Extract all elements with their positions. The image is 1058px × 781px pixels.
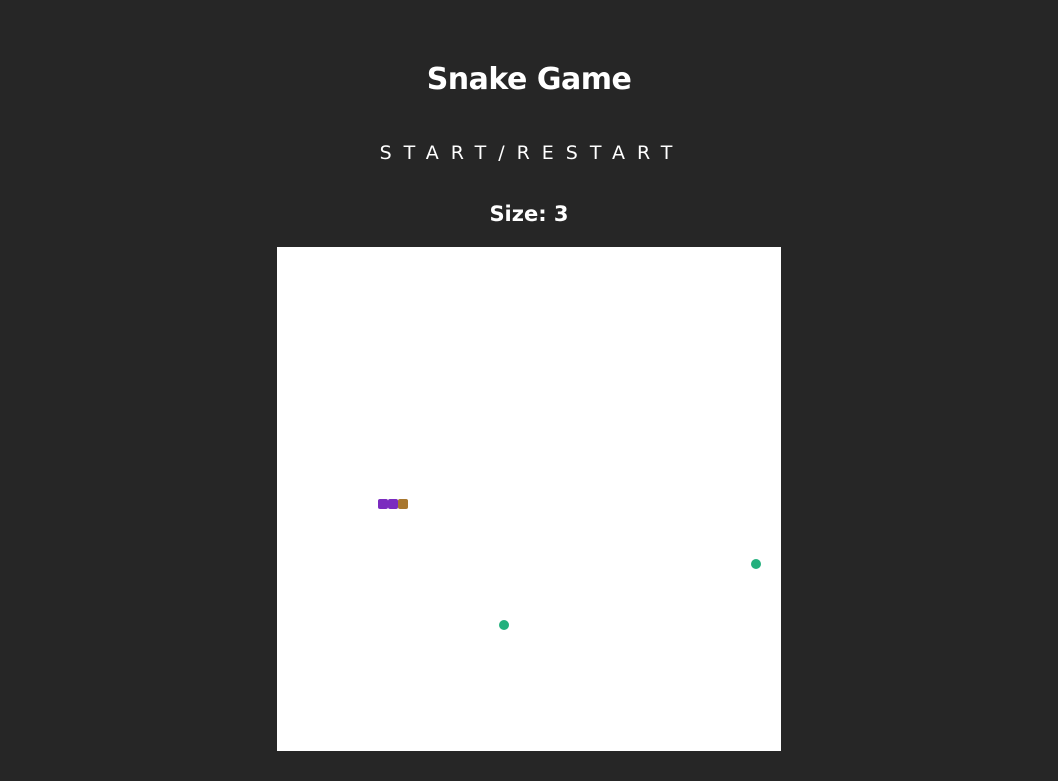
food-pellet — [750, 559, 761, 570]
snake-segment — [377, 499, 388, 509]
snake-head — [397, 499, 408, 509]
food-pellet — [498, 619, 509, 630]
snake-segment — [387, 499, 398, 509]
snake-size-readout: Size: 3 — [489, 202, 569, 226]
start-restart-button[interactable]: START/RESTART — [329, 136, 729, 168]
game-title: Snake Game — [426, 62, 632, 97]
game-board[interactable] — [277, 247, 781, 751]
